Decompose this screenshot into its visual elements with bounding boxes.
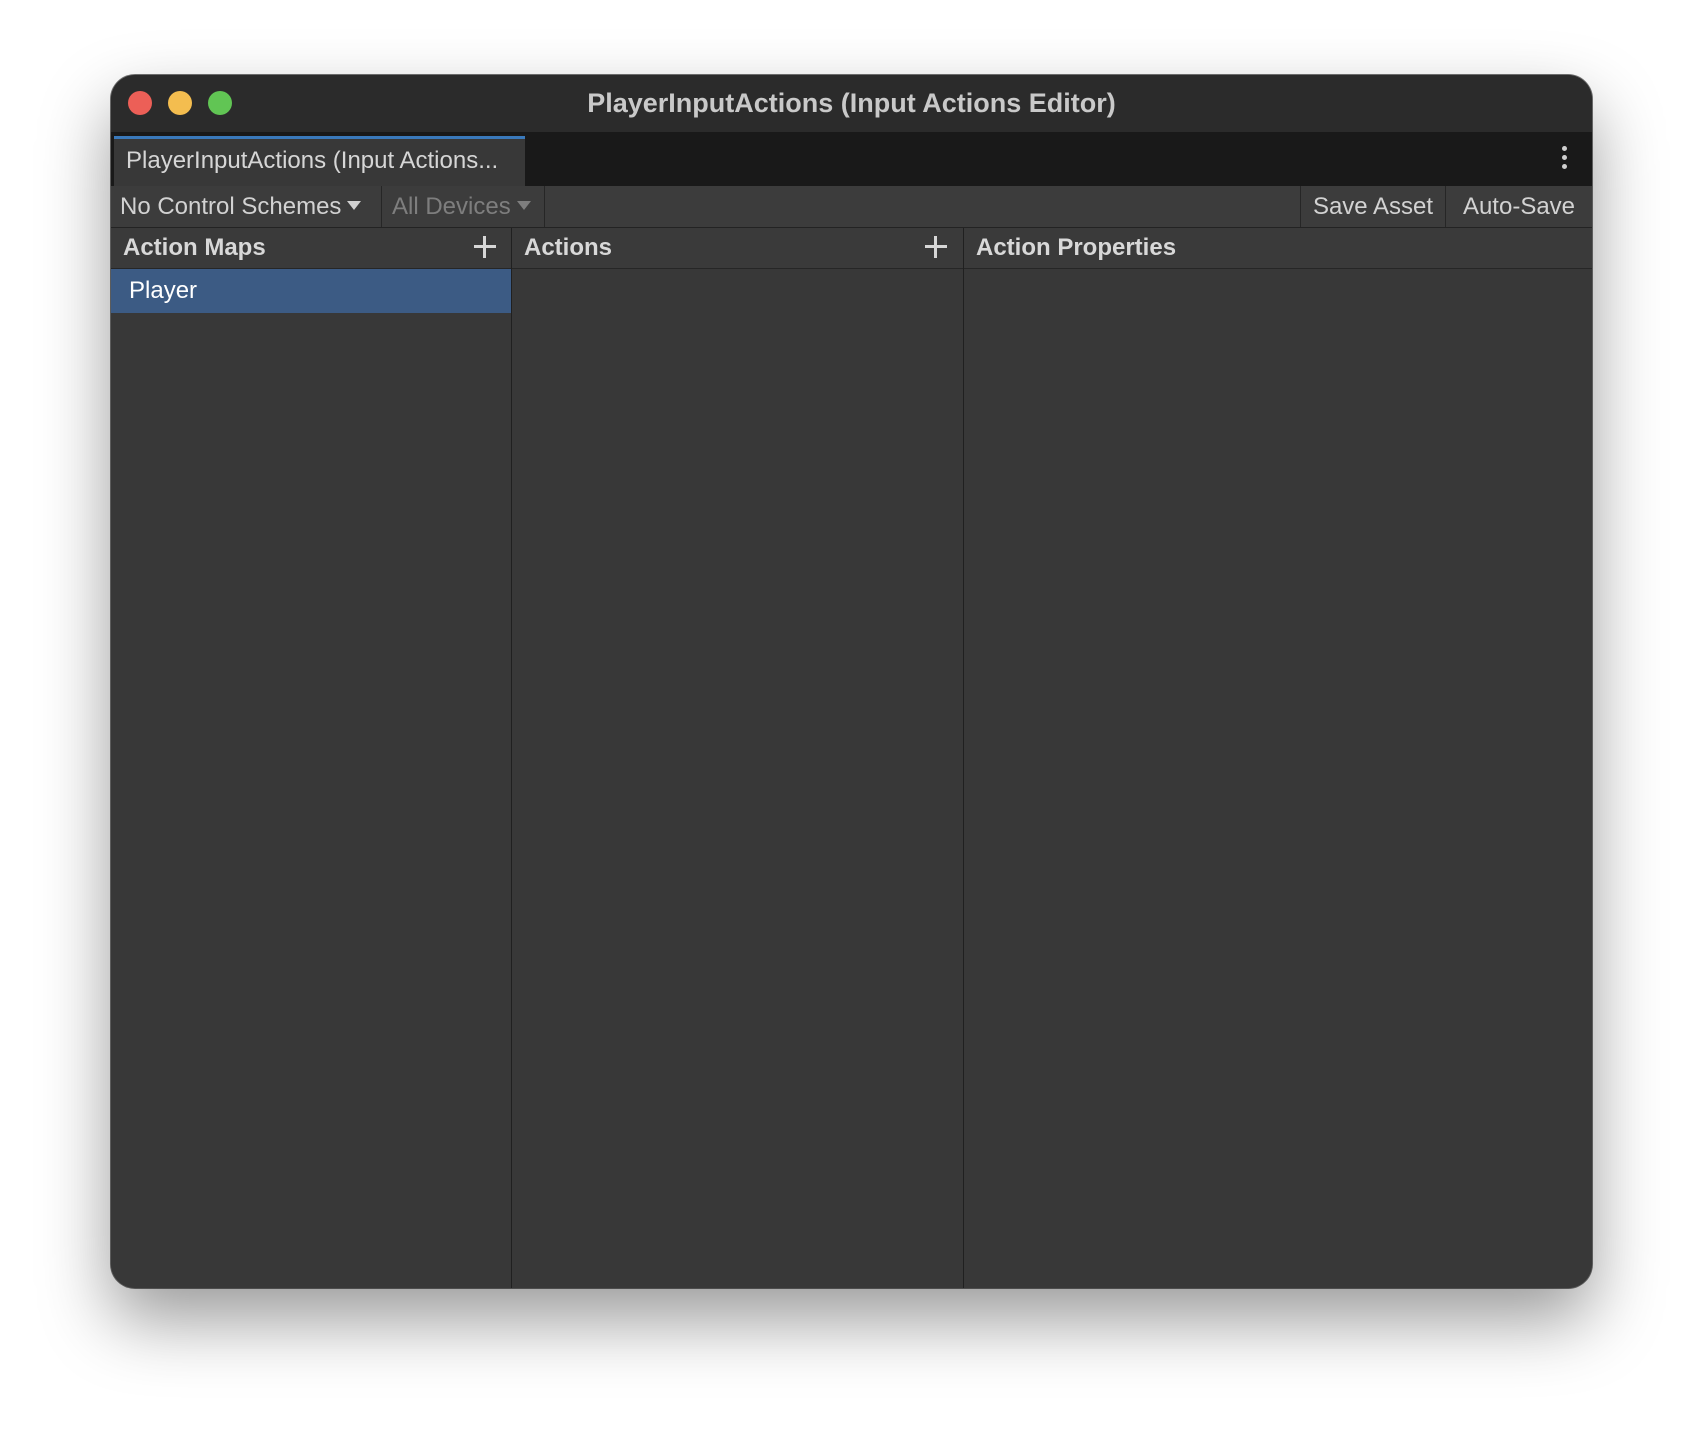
action-properties-panel: Action Properties [964, 228, 1592, 1288]
input-actions-editor-window: PlayerInputActions (Input Actions Editor… [111, 75, 1592, 1288]
window-title: PlayerInputActions (Input Actions Editor… [587, 88, 1116, 118]
action-maps-header: Action Maps [111, 228, 511, 269]
caret-down-icon [347, 201, 362, 211]
add-action-plus-icon[interactable] [925, 236, 947, 258]
title-bar[interactable]: PlayerInputActions (Input Actions Editor… [111, 75, 1592, 132]
tab-player-input-actions[interactable]: PlayerInputActions (Input Actions... [114, 136, 525, 186]
caret-down-icon [516, 201, 531, 211]
auto-save-toggle[interactable]: Auto-Save [1446, 186, 1592, 227]
action-properties-header: Action Properties [964, 228, 1592, 269]
save-asset-button[interactable]: Save Asset [1300, 186, 1446, 227]
tab-bar: PlayerInputActions (Input Actions... [111, 132, 1592, 186]
devices-dropdown[interactable]: All Devices [383, 186, 545, 227]
actions-header: Actions [512, 228, 963, 269]
control-schemes-dropdown[interactable]: No Control Schemes [111, 186, 382, 227]
kebab-menu-icon[interactable] [1558, 146, 1570, 172]
action-maps-title: Action Maps [123, 234, 266, 261]
action-maps-panel: Action Maps Player [111, 228, 512, 1288]
action-map-item-player[interactable]: Player [111, 269, 511, 313]
action-properties-title: Action Properties [976, 234, 1177, 261]
actions-title: Actions [524, 234, 613, 261]
devices-label: All Devices [392, 193, 511, 220]
toolbar: No Control Schemes All Devices Save Asse… [111, 186, 1592, 228]
actions-panel: Actions [512, 228, 964, 1288]
control-schemes-label: No Control Schemes [120, 193, 342, 220]
add-action-map-plus-icon[interactable] [474, 236, 496, 258]
